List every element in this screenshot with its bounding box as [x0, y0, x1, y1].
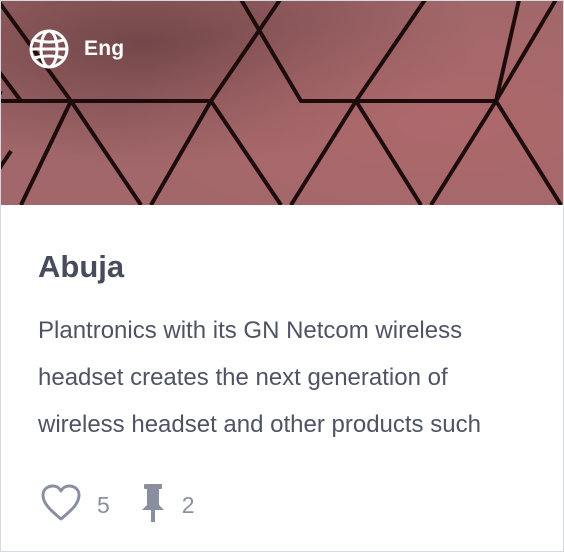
- globe-icon: [28, 28, 70, 70]
- pin-count: 2: [181, 491, 195, 518]
- language-indicator[interactable]: Eng: [28, 28, 124, 70]
- heart-icon: [41, 484, 81, 527]
- language-label: Eng: [84, 37, 125, 60]
- like-count: 5: [97, 491, 110, 518]
- card-title[interactable]: Abuja: [38, 249, 538, 285]
- pin-button[interactable]: 2: [140, 483, 195, 528]
- cover-image: Eng: [1, 1, 563, 205]
- card-footer: 5 2: [41, 483, 195, 527]
- card-content: Abuja Plantronics with its GN Netcom wir…: [38, 205, 538, 448]
- card-description: Plantronics with its GN Netcom wireless …: [38, 317, 481, 438]
- post-card[interactable]: Eng Abuja Plantronics with its GN Netcom…: [0, 0, 564, 552]
- pin-icon: [140, 483, 166, 528]
- like-button[interactable]: 5: [41, 484, 110, 527]
